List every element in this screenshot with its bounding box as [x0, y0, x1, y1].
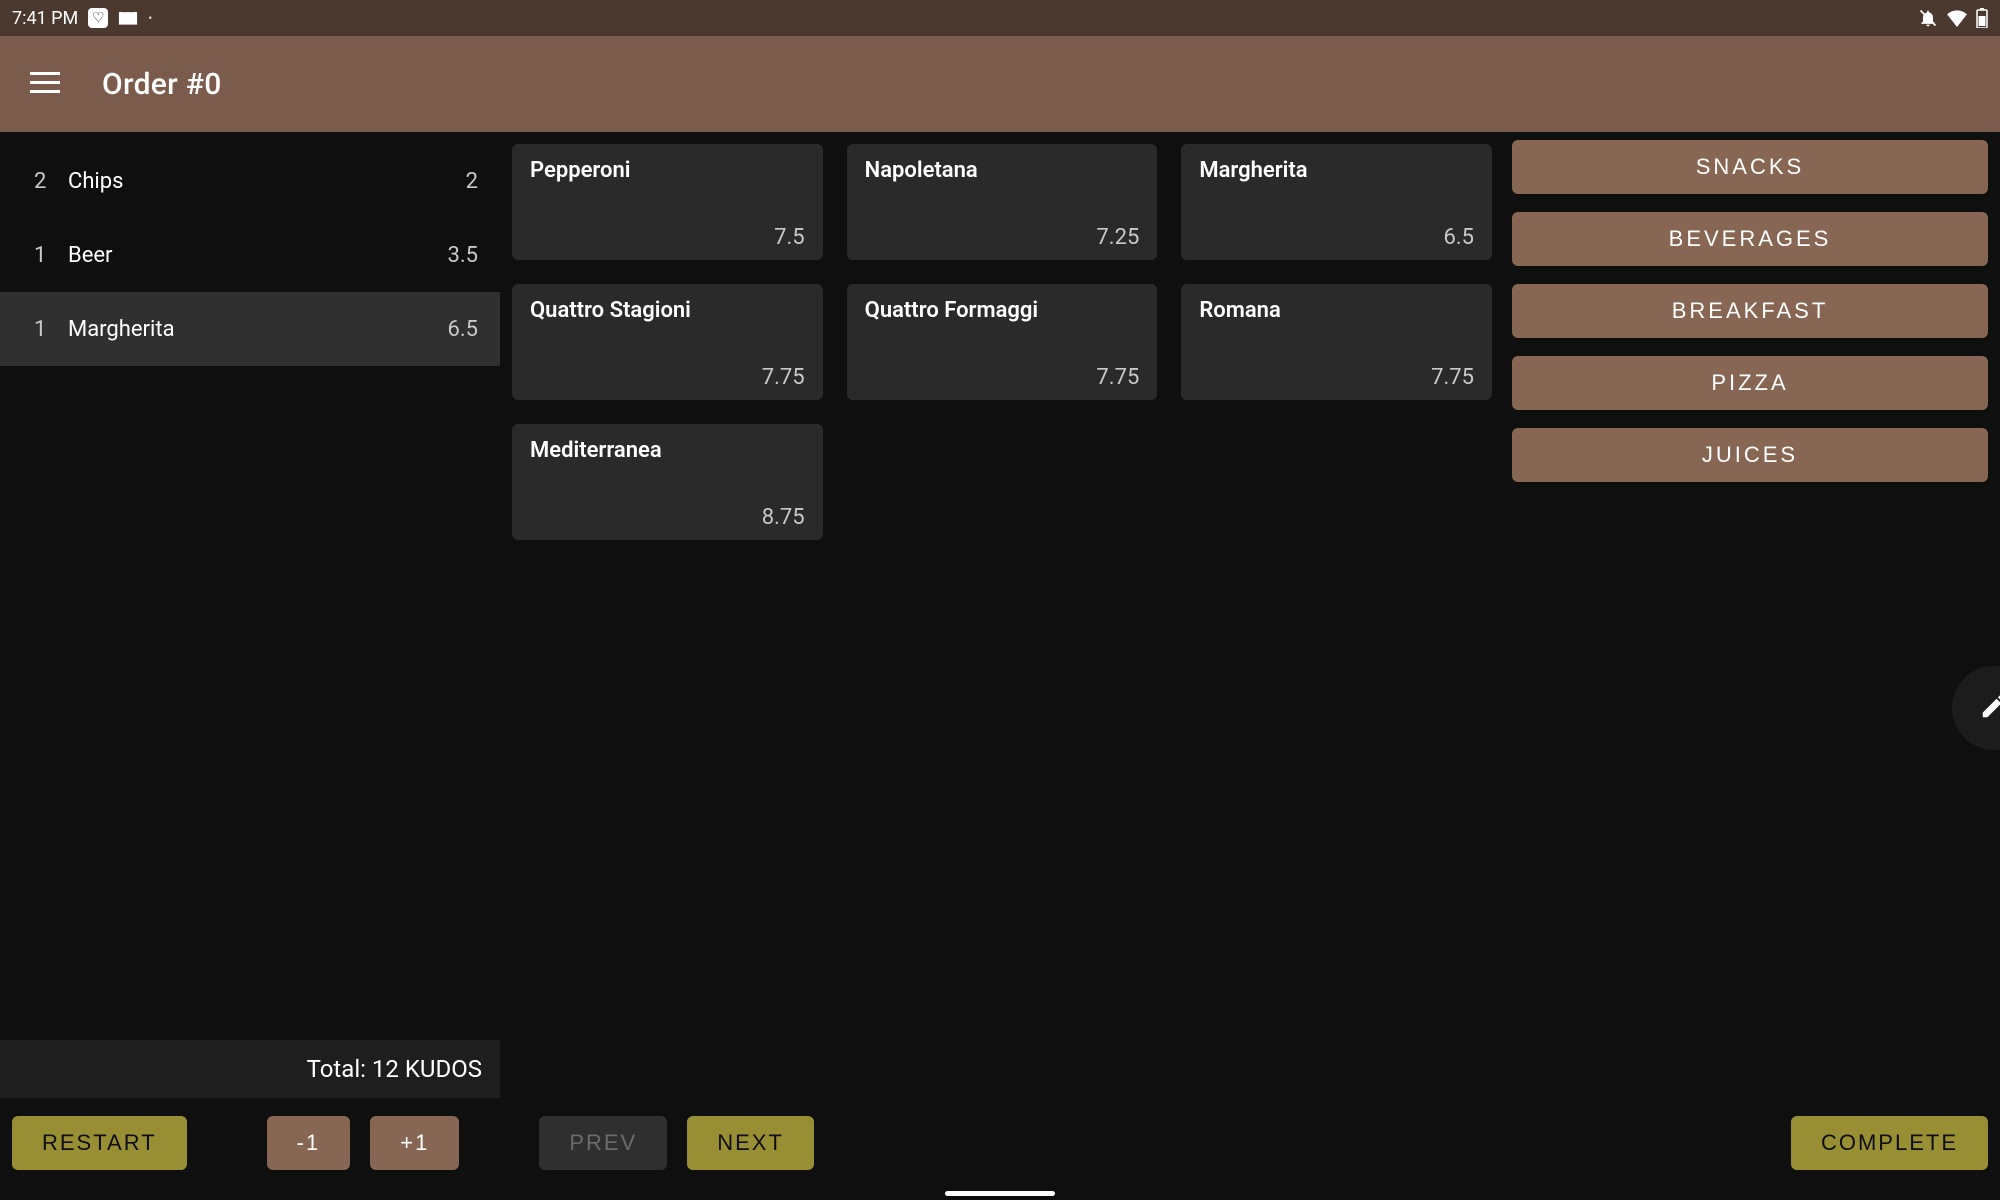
order-item-price: 2 [466, 169, 478, 194]
product-price: 7.75 [865, 365, 1140, 390]
order-qty: 1 [34, 317, 64, 342]
order-item-price: 6.5 [447, 317, 478, 342]
complete-button[interactable]: COMPLETE [1791, 1116, 1988, 1170]
product-name: Romana [1199, 298, 1474, 323]
order-row[interactable]: 1Beer3.5 [0, 218, 500, 292]
product-name: Napoletana [865, 158, 1140, 183]
pencil-icon [1979, 691, 2000, 725]
order-qty: 1 [34, 243, 64, 268]
next-button[interactable]: NEXT [687, 1116, 814, 1170]
order-total: Total: 12 KUDOS [0, 1040, 500, 1098]
product-card[interactable]: Margherita 6.5 [1181, 144, 1492, 260]
product-price: 7.75 [1199, 365, 1474, 390]
page-title: Order #0 [102, 67, 222, 102]
order-item-price: 3.5 [447, 243, 478, 268]
order-item-name: Chips [64, 169, 466, 194]
battery-icon [1976, 8, 1988, 28]
notifications-off-icon [1918, 8, 1938, 28]
product-name: Quattro Stagioni [530, 298, 805, 323]
prev-button: PREV [539, 1116, 667, 1170]
order-qty: 2 [34, 169, 64, 194]
product-card[interactable]: Romana 7.75 [1181, 284, 1492, 400]
order-panel: 2Chips21Beer3.51Margherita6.5 Total: 12 … [0, 132, 500, 1200]
product-card[interactable]: Pepperoni 7.5 [512, 144, 823, 260]
gmail-icon [118, 10, 138, 26]
category-button[interactable]: PIZZA [1512, 356, 1988, 410]
product-name: Quattro Formaggi [865, 298, 1140, 323]
product-name: Mediterranea [530, 438, 805, 463]
product-card[interactable]: Napoletana 7.25 [847, 144, 1158, 260]
hamburger-menu-icon[interactable] [30, 66, 66, 102]
category-button[interactable]: BREAKFAST [1512, 284, 1988, 338]
product-price: 6.5 [1199, 225, 1474, 250]
minus-one-button[interactable]: -1 [267, 1116, 351, 1170]
order-item-name: Margherita [64, 317, 447, 342]
product-grid: Pepperoni 7.5 Napoletana 7.25 Margherita 6.5 Q… [512, 144, 1500, 540]
category-button[interactable]: JUICES [1512, 428, 1988, 482]
wifi-icon [1946, 9, 1968, 27]
restart-button[interactable]: RESTART [12, 1116, 187, 1170]
order-item-name: Beer [64, 243, 447, 268]
product-name: Pepperoni [530, 158, 805, 183]
product-card[interactable]: Quattro Formaggi 7.75 [847, 284, 1158, 400]
status-time: 7:41 PM [12, 8, 78, 29]
order-row[interactable]: 1Margherita6.5 [0, 292, 500, 366]
product-card[interactable]: Mediterranea 8.75 [512, 424, 823, 540]
edit-fab[interactable] [1952, 666, 2000, 750]
heart-app-icon: ♡ [88, 8, 108, 28]
android-status-bar: 7:41 PM ♡ • [0, 0, 2000, 36]
category-button[interactable]: BEVERAGES [1512, 212, 1988, 266]
notification-dot-icon: • [148, 11, 152, 25]
action-bar: RESTART -1 +1 PREV NEXT COMPLETE [12, 1114, 1988, 1172]
product-price: 7.75 [530, 365, 805, 390]
category-button[interactable]: SNACKS [1512, 140, 1988, 194]
plus-one-button[interactable]: +1 [370, 1116, 459, 1170]
app-bar: Order #0 [0, 36, 2000, 132]
product-name: Margherita [1199, 158, 1474, 183]
android-nav-indicator [945, 1191, 1055, 1196]
product-price: 8.75 [530, 505, 805, 530]
order-row[interactable]: 2Chips2 [0, 144, 500, 218]
product-price: 7.5 [530, 225, 805, 250]
product-price: 7.25 [865, 225, 1140, 250]
category-list: SNACKS BEVERAGES BREAKFAST PIZZA JUICES [1512, 140, 1988, 482]
product-card[interactable]: Quattro Stagioni 7.75 [512, 284, 823, 400]
